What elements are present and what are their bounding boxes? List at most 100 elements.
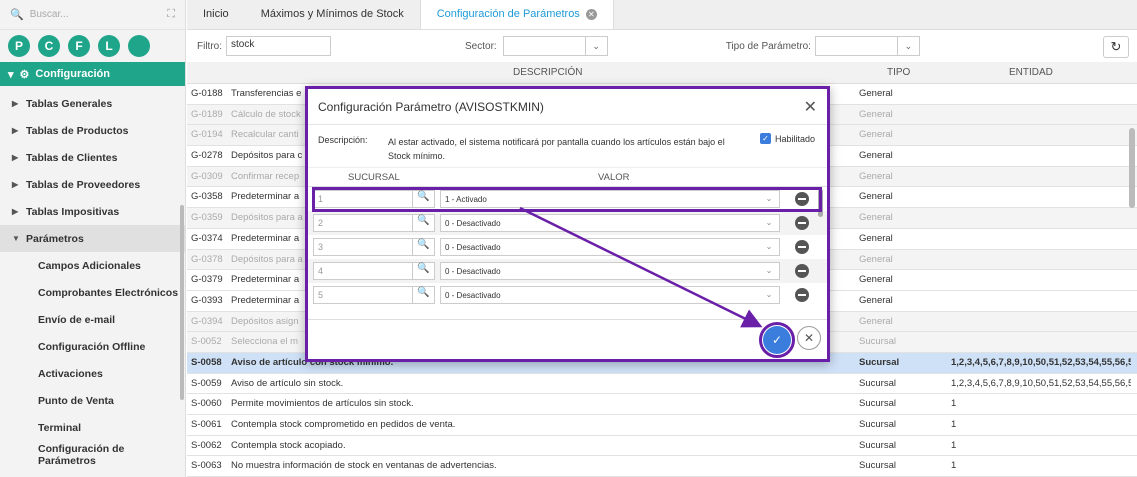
table-row[interactable]: S-0060 Permite movimientos de artículos s… — [187, 394, 1137, 415]
sector-select[interactable]: ⌄ — [502, 36, 608, 56]
sidebar-sub-config-offline[interactable]: Configuración Offline — [0, 333, 185, 360]
col-descripcion: DESCRIPCIÓN — [513, 67, 583, 78]
confirm-button[interactable]: ✓ — [759, 322, 795, 358]
expand-icon[interactable]: ⛶ — [167, 8, 175, 21]
sidebar-item-tablas-impositivas[interactable]: ▶ Tablas Impositivas — [0, 198, 185, 225]
valor-select[interactable]: 0 - Desactivado ⌄ — [440, 286, 780, 304]
sucursal-input[interactable]: 4 🔍 — [313, 262, 435, 280]
sucursal-value: 3 — [318, 242, 324, 252]
search-icon[interactable]: 🔍 — [412, 263, 434, 279]
sidebar-sub-terminal[interactable]: Terminal — [0, 414, 185, 441]
sucursal-value: 4 — [318, 266, 324, 276]
search-icon[interactable]: 🔍 — [412, 191, 434, 207]
valor-select[interactable]: 0 - Desactivado ⌄ — [440, 214, 780, 232]
sucursal-input[interactable]: 2 🔍 — [313, 214, 435, 232]
close-icon[interactable]: ✕ — [804, 97, 817, 117]
row-entidad: 1 — [951, 439, 957, 451]
remove-row-icon[interactable] — [795, 192, 809, 206]
search-icon[interactable]: 🔍 — [412, 239, 434, 255]
row-code: G-0394 — [191, 315, 223, 327]
sidebar-sub-activaciones[interactable]: Activaciones — [0, 360, 185, 387]
sidebar-item-tablas-generales[interactable]: ▶ Tablas Generales — [0, 90, 185, 117]
module-button-p[interactable]: P — [8, 35, 30, 57]
valor-select[interactable]: 0 - Desactivado ⌄ — [440, 238, 780, 256]
remove-row-icon[interactable] — [795, 240, 809, 254]
remove-row-icon[interactable] — [795, 264, 809, 278]
descripcion-text: Al estar activado, el sistema notificará… — [388, 137, 725, 161]
habilitado-label: Habilitado — [774, 133, 815, 144]
module-button-f[interactable]: F — [68, 35, 90, 57]
table-row[interactable]: S-0063 No muestra información de stock en… — [187, 456, 1137, 477]
row-entidad: 1,2,3,4,5,6,7,8,9,10,50,51,52,53,54,55,5… — [951, 356, 1131, 368]
habilitado-checkbox[interactable]: ✓ Habilitado — [759, 133, 815, 144]
search-input[interactable]: Buscar... — [30, 9, 168, 20]
module-button-l[interactable]: L — [98, 35, 120, 57]
remove-row-icon[interactable] — [795, 288, 809, 302]
chevron-down-icon: ⌄ — [765, 242, 773, 251]
sidebar-sub-envio-email[interactable]: Envío de e-mail — [0, 306, 185, 333]
close-tab-icon[interactable]: ✕ — [585, 8, 597, 20]
col-sucursal: SUCURSAL — [348, 172, 400, 183]
search-icon[interactable]: 🔍 — [412, 215, 434, 231]
cancel-button[interactable]: ✕ — [797, 326, 821, 350]
sucursal-value: 2 — [318, 218, 324, 228]
row-tipo: General — [859, 315, 893, 327]
sidebar-item-tablas-proveedores[interactable]: ▶ Tablas de Proveedores — [0, 171, 185, 198]
module-button-c[interactable]: C — [38, 35, 60, 57]
remove-row-icon[interactable] — [795, 216, 809, 230]
checkmark-icon: ✓ — [771, 333, 783, 347]
sidebar-item-parametros[interactable]: ▼ Parámetros — [0, 225, 185, 252]
table-header: DESCRIPCIÓN TIPO ENTIDAD — [187, 62, 1137, 84]
tab-maximos-minimos[interactable]: Máximos y Mínimos de Stock — [245, 0, 420, 29]
row-code: G-0358 — [191, 191, 223, 203]
sidebar-item-label: Parámetros — [26, 232, 84, 245]
chevron-down-icon: ⌄ — [765, 290, 773, 299]
row-tipo: Sucursal — [859, 460, 896, 472]
sidebar-item-label: Tablas de Productos — [26, 124, 129, 137]
sidebar-sub-campos-adicionales[interactable]: Campos Adicionales — [0, 252, 185, 279]
sucursal-input[interactable]: 5 🔍 — [313, 286, 435, 304]
chevron-right-icon: ▶ — [12, 207, 19, 216]
chevron-right-icon: ▶ — [12, 180, 19, 189]
sidebar-sub-config-parametros[interactable]: Configuración de Parámetros — [0, 441, 185, 468]
row-description: Aviso de artículo sin stock. — [231, 377, 344, 389]
sucursal-value: 5 — [318, 290, 324, 300]
dialog-scrollbar[interactable] — [818, 189, 823, 217]
sidebar-item-tablas-clientes[interactable]: ▶ Tablas de Clientes — [0, 144, 185, 171]
search-icon[interactable]: 🔍 — [412, 287, 434, 303]
row-tipo: General — [859, 191, 893, 203]
tab-config-parametros[interactable]: Configuración de Parámetros ✕ — [419, 0, 614, 29]
table-row[interactable]: S-0061 Contempla stock comprometido en pe… — [187, 415, 1137, 436]
table-row[interactable]: S-0059 Aviso de artículo sin stock. Sucurs… — [187, 373, 1137, 395]
tipo-parametro-select[interactable]: ⌄ — [814, 36, 920, 56]
sidebar-scrollbar[interactable] — [180, 205, 184, 400]
sidebar-search[interactable]: 🔍 Buscar... ⛶ — [0, 0, 185, 30]
chevron-down-icon: ⌄ — [765, 266, 773, 275]
row-tipo: General — [859, 212, 893, 224]
chevron-down-icon: ▾ — [8, 68, 14, 81]
row-description: Permite movimientos de artículos sin sto… — [231, 398, 414, 410]
sidebar-section-configuracion[interactable]: ▾ ⚙ Configuración — [0, 62, 185, 86]
sucursal-input[interactable]: 1 🔍 — [313, 190, 435, 208]
sucursal-input[interactable]: 3 🔍 — [313, 238, 435, 256]
sidebar-sub-punto-venta[interactable]: Punto de Venta — [0, 387, 185, 414]
sidebar-item-tablas-productos[interactable]: ▶ Tablas de Productos — [0, 117, 185, 144]
valor-select[interactable]: 0 - Desactivado ⌄ — [440, 262, 780, 280]
col-entidad: ENTIDAD — [1009, 67, 1053, 78]
checkmark-icon: ✓ — [759, 133, 771, 144]
valor-select[interactable]: 1 - Activado ⌄ — [440, 190, 780, 208]
dialog-footer: ✓ ✕ — [308, 319, 827, 359]
filtro-label: Filtro: — [197, 40, 222, 52]
sucursal-row: 1 🔍 1 - Activado ⌄ — [308, 187, 827, 211]
sidebar-sub-comprobantes[interactable]: Comprobantes Electrónicos — [0, 279, 185, 306]
module-button-extra[interactable] — [128, 35, 150, 57]
chevron-down-icon: ⌄ — [765, 194, 773, 203]
row-code: G-0188 — [191, 88, 223, 99]
tab-inicio[interactable]: Inicio — [187, 0, 245, 29]
table-scrollbar[interactable] — [1129, 128, 1135, 208]
filtro-input[interactable]: stock — [226, 36, 331, 56]
close-icon: ✕ — [803, 331, 815, 345]
refresh-button[interactable]: ↻ — [1103, 36, 1129, 58]
valor-value: 1 - Activado — [445, 195, 487, 204]
table-row[interactable]: S-0062 Contempla stock acopiado. Sucursal 1 — [187, 435, 1137, 457]
